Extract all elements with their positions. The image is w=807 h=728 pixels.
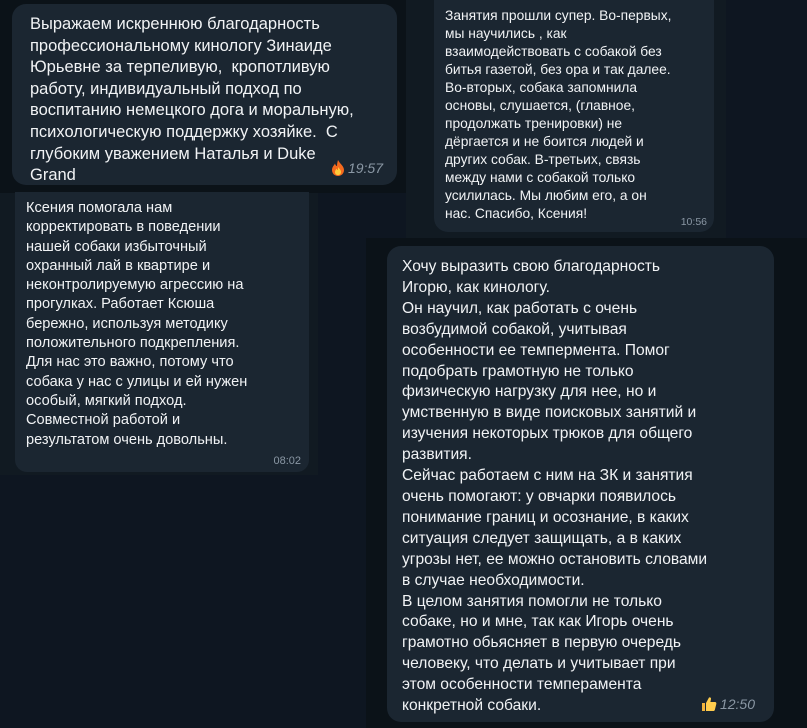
message-text: Ксения помогала нам корректировать в пов…	[26, 200, 248, 448]
message-bubble[interactable]: Занятия прошли супер. Во-первых, мы науч…	[434, 0, 714, 232]
fire-icon	[331, 160, 344, 176]
message-meta: 10:56	[681, 216, 707, 228]
thumbs-up-icon	[701, 697, 717, 711]
message-meta: 19:57	[331, 160, 383, 176]
message-text: Занятия прошли супер. Во-первых, мы науч…	[445, 8, 672, 221]
message-bubble[interactable]: Ксения помогала нам корректировать в пов…	[15, 192, 309, 472]
message-meta: 12:50	[701, 696, 755, 712]
message-text: Выражаем искреннюю благодарность професс…	[30, 15, 354, 185]
message-bubble[interactable]: Хочу выразить свою благодарность Игорю, …	[387, 246, 774, 722]
message-time: 19:57	[347, 160, 383, 176]
message-time: 08:02	[273, 455, 301, 467]
message-time: 12:50	[719, 696, 755, 712]
message-time: 10:56	[680, 216, 707, 228]
message-text: Хочу выразить свою благодарность Игорю, …	[402, 258, 708, 715]
message-bubble[interactable]: Выражаем искреннюю благодарность професс…	[12, 4, 397, 185]
message-meta: 08:02	[273, 455, 301, 467]
